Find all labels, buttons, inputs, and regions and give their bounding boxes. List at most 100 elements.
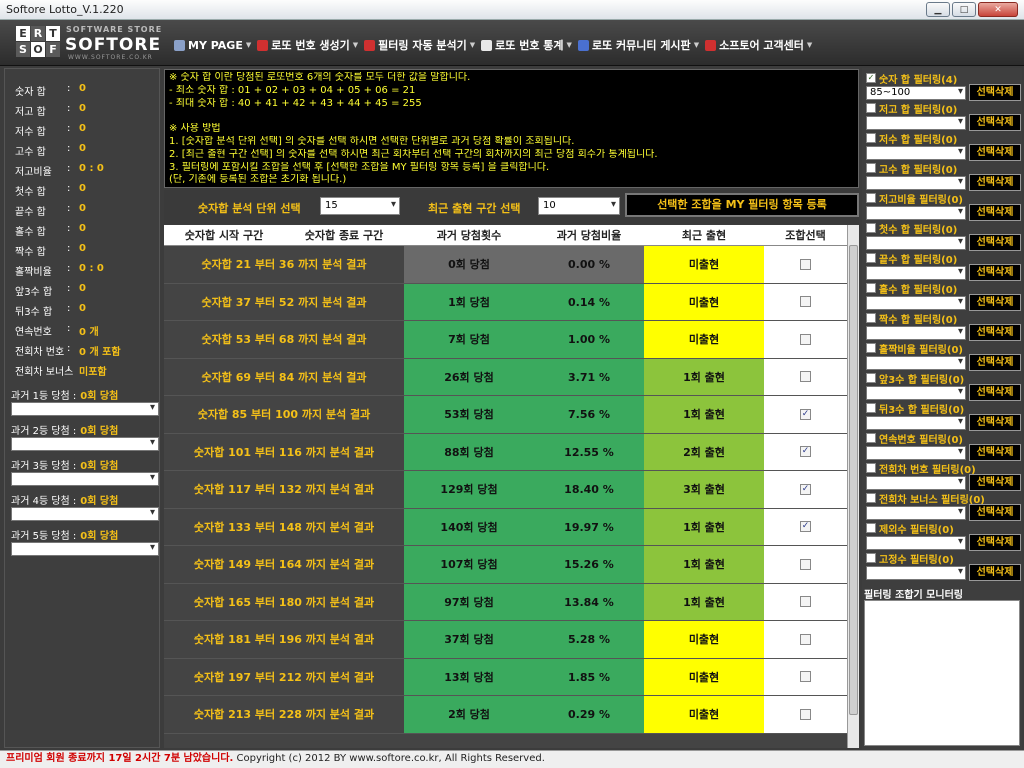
past-win-dropdown[interactable] xyxy=(11,402,159,416)
filter-delete-button[interactable]: 선택삭제 xyxy=(969,84,1021,101)
filter-checkbox[interactable] xyxy=(866,283,876,293)
filter-checkbox[interactable] xyxy=(866,223,876,233)
minimize-icon[interactable]: ▁ xyxy=(926,2,950,17)
register-filter-button[interactable]: 선택한 조합을 MY 필터링 항목 등록 xyxy=(625,193,859,217)
filter-delete-button[interactable]: 선택삭제 xyxy=(969,444,1021,461)
stat-label: 고수 합 xyxy=(15,147,46,158)
filter-delete-button[interactable]: 선택삭제 xyxy=(969,384,1021,401)
unit-select[interactable]: 15 xyxy=(320,197,400,215)
win-count-cell: 97회 당첨 xyxy=(404,583,534,620)
past-win-dropdown[interactable] xyxy=(11,507,159,521)
menu-item[interactable]: 소프토어 고객센터 ▼ xyxy=(705,37,812,53)
filter-select[interactable] xyxy=(866,326,966,340)
filter-item: 저수 합 필터링(0)선택삭제 xyxy=(866,132,1021,161)
filter-delete-button[interactable]: 선택삭제 xyxy=(969,504,1021,521)
recent-cell: 미출현 xyxy=(644,621,764,658)
filter-checkbox[interactable] xyxy=(866,313,876,323)
past-win-label: 과거 1등 당첨 : xyxy=(11,391,77,402)
menu-item[interactable]: 로또 커뮤니티 게시판 ▼ xyxy=(577,37,699,53)
filter-checkbox[interactable] xyxy=(866,403,876,413)
filter-delete-button[interactable]: 선택삭제 xyxy=(969,354,1021,371)
monitor-label: 필터링 조합기 모니터링 xyxy=(864,590,963,601)
filter-select[interactable] xyxy=(866,446,966,460)
close-icon[interactable]: ✕ xyxy=(978,2,1018,17)
row-checkbox[interactable] xyxy=(800,671,811,683)
filter-select[interactable] xyxy=(866,236,966,250)
row-checkbox[interactable] xyxy=(800,333,811,345)
filter-select[interactable] xyxy=(866,416,966,430)
filter-delete-button[interactable]: 선택삭제 xyxy=(969,564,1021,581)
filter-select[interactable] xyxy=(866,356,966,370)
filter-delete-button[interactable]: 선택삭제 xyxy=(969,234,1021,251)
past-win-dropdown[interactable] xyxy=(11,437,159,451)
range-select[interactable]: 10 xyxy=(538,197,620,215)
filter-delete-button[interactable]: 선택삭제 xyxy=(969,144,1021,161)
past-win-dropdown[interactable] xyxy=(11,472,159,486)
filter-select[interactable] xyxy=(866,476,966,490)
filter-select[interactable] xyxy=(866,386,966,400)
chevron-down-icon: ▼ xyxy=(566,41,572,49)
stat-colon: : xyxy=(67,243,71,254)
filter-select[interactable] xyxy=(866,206,966,220)
menu-item[interactable]: 로또 번호 통계 ▼ xyxy=(481,37,572,53)
filter-delete-button[interactable]: 선택삭제 xyxy=(969,264,1021,281)
win-count-cell: 1회 당첨 xyxy=(404,283,534,320)
row-checkbox[interactable] xyxy=(800,633,811,645)
table-scrollbar[interactable] xyxy=(847,225,859,748)
filter-select[interactable] xyxy=(866,266,966,280)
stat-label: 연속번호 xyxy=(15,327,52,338)
scroll-thumb[interactable] xyxy=(849,245,858,715)
filter-delete-button[interactable]: 선택삭제 xyxy=(969,204,1021,221)
filter-checkbox[interactable] xyxy=(866,433,876,443)
stat-colon: : xyxy=(67,163,71,174)
filter-delete-button[interactable]: 선택삭제 xyxy=(969,534,1021,551)
filter-select[interactable] xyxy=(866,296,966,310)
filter-checkbox[interactable] xyxy=(866,523,876,533)
filter-delete-button[interactable]: 선택삭제 xyxy=(969,174,1021,191)
filter-select[interactable] xyxy=(866,176,966,190)
filter-checkbox[interactable] xyxy=(866,253,876,263)
row-checkbox[interactable] xyxy=(800,708,811,720)
maximize-icon[interactable]: □ xyxy=(952,2,976,17)
filter-checkbox[interactable] xyxy=(866,373,876,383)
filter-checkbox[interactable] xyxy=(866,343,876,353)
row-checkbox[interactable] xyxy=(800,558,811,570)
row-checkbox[interactable]: ✓ xyxy=(800,521,811,533)
filter-delete-button[interactable]: 선택삭제 xyxy=(969,414,1021,431)
filter-delete-button[interactable]: 선택삭제 xyxy=(969,114,1021,131)
filter-checkbox[interactable]: ✓ xyxy=(866,73,876,83)
filter-checkbox[interactable] xyxy=(866,493,876,503)
filter-checkbox[interactable] xyxy=(866,163,876,173)
filter-delete-button[interactable]: 선택삭제 xyxy=(969,294,1021,311)
row-checkbox[interactable]: ✓ xyxy=(800,446,811,458)
filter-controls: 선택삭제 xyxy=(866,444,1021,461)
win-ratio-cell: 1.00 % xyxy=(534,321,644,358)
menu-item[interactable]: 로또 번호 생성기 ▼ xyxy=(257,37,358,53)
row-checkbox[interactable]: ✓ xyxy=(800,483,811,495)
stat-label: 홀짝비율 xyxy=(15,267,52,278)
row-checkbox[interactable] xyxy=(800,371,811,383)
filter-select[interactable]: 85~100 xyxy=(866,86,966,100)
menu-item[interactable]: MY PAGE ▼ xyxy=(174,37,251,53)
filter-delete-button[interactable]: 선택삭제 xyxy=(969,324,1021,341)
filter-select[interactable] xyxy=(866,116,966,130)
filter-checkbox[interactable] xyxy=(866,133,876,143)
filter-checkbox[interactable] xyxy=(866,103,876,113)
row-checkbox[interactable] xyxy=(800,296,811,308)
filter-select[interactable] xyxy=(866,536,966,550)
filter-checkbox[interactable] xyxy=(866,193,876,203)
row-checkbox[interactable] xyxy=(800,258,811,270)
filter-select[interactable] xyxy=(866,506,966,520)
header-count: 과거 당첨횟수 xyxy=(436,229,502,242)
filter-select[interactable] xyxy=(866,146,966,160)
filter-checkbox[interactable] xyxy=(866,463,876,473)
row-checkbox[interactable] xyxy=(800,596,811,608)
filter-select[interactable] xyxy=(866,566,966,580)
table-row: 숫자합 197 부터 212 까지 분석 결과 13회 당첨 1.85 % 미출현 xyxy=(164,658,847,696)
row-checkbox[interactable]: ✓ xyxy=(800,408,811,420)
past-win-dropdown[interactable] xyxy=(11,542,159,556)
filter-delete-button[interactable]: 선택삭제 xyxy=(969,474,1021,491)
win-ratio-cell: 18.40 % xyxy=(534,471,644,508)
menu-item[interactable]: 필터링 자동 분석기 ▼ xyxy=(364,37,475,53)
filter-checkbox[interactable] xyxy=(866,553,876,563)
